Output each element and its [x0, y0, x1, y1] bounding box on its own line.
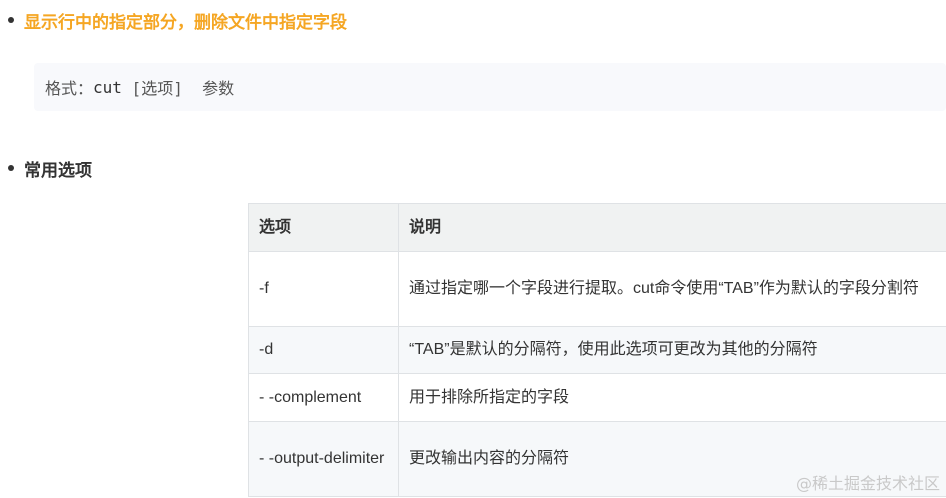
- bullet-icon: [8, 17, 14, 23]
- options-table: 选项 说明 -f 通过指定哪一个字段进行提取。cut命令使用“TAB”作为默认的…: [248, 203, 946, 497]
- option-cell: - -complement: [248, 373, 399, 422]
- section-title: 显示行中的指定部分，删除文件中指定字段: [24, 12, 347, 33]
- watermark: @稀土掘金技术社区: [795, 474, 940, 493]
- option-cell: -f: [248, 251, 399, 327]
- table-row: -d “TAB”是默认的分隔符，使用此选项可更改为其他的分隔符: [248, 326, 946, 374]
- description-cell: 通过指定哪一个字段进行提取。cut命令使用“TAB”作为默认的字段分割符: [398, 251, 946, 327]
- bullet-icon: [8, 165, 14, 171]
- column-header-option: 选项: [248, 203, 399, 252]
- table-row: - -complement 用于排除所指定的字段: [248, 373, 946, 422]
- code-args: [选项] 参数: [121, 79, 235, 98]
- section-title: 常用选项: [24, 160, 92, 181]
- option-cell: - -output-delimiter: [248, 421, 399, 497]
- table-header-row: 选项 说明: [248, 203, 946, 252]
- table-row: -f 通过指定哪一个字段进行提取。cut命令使用“TAB”作为默认的字段分割符: [248, 251, 946, 327]
- section-heading-options: 常用选项: [0, 154, 92, 182]
- code-command: cut: [93, 77, 122, 97]
- description-cell: 用于排除所指定的字段: [398, 373, 946, 422]
- option-cell: -d: [248, 326, 399, 374]
- description-cell: “TAB”是默认的分隔符，使用此选项可更改为其他的分隔符: [398, 326, 946, 374]
- column-header-description: 说明: [398, 203, 946, 252]
- section-heading-cut: 显示行中的指定部分，删除文件中指定字段: [0, 6, 347, 34]
- code-label: 格式：: [45, 79, 94, 98]
- code-block: 格式： cut [选项] 参数: [34, 63, 946, 111]
